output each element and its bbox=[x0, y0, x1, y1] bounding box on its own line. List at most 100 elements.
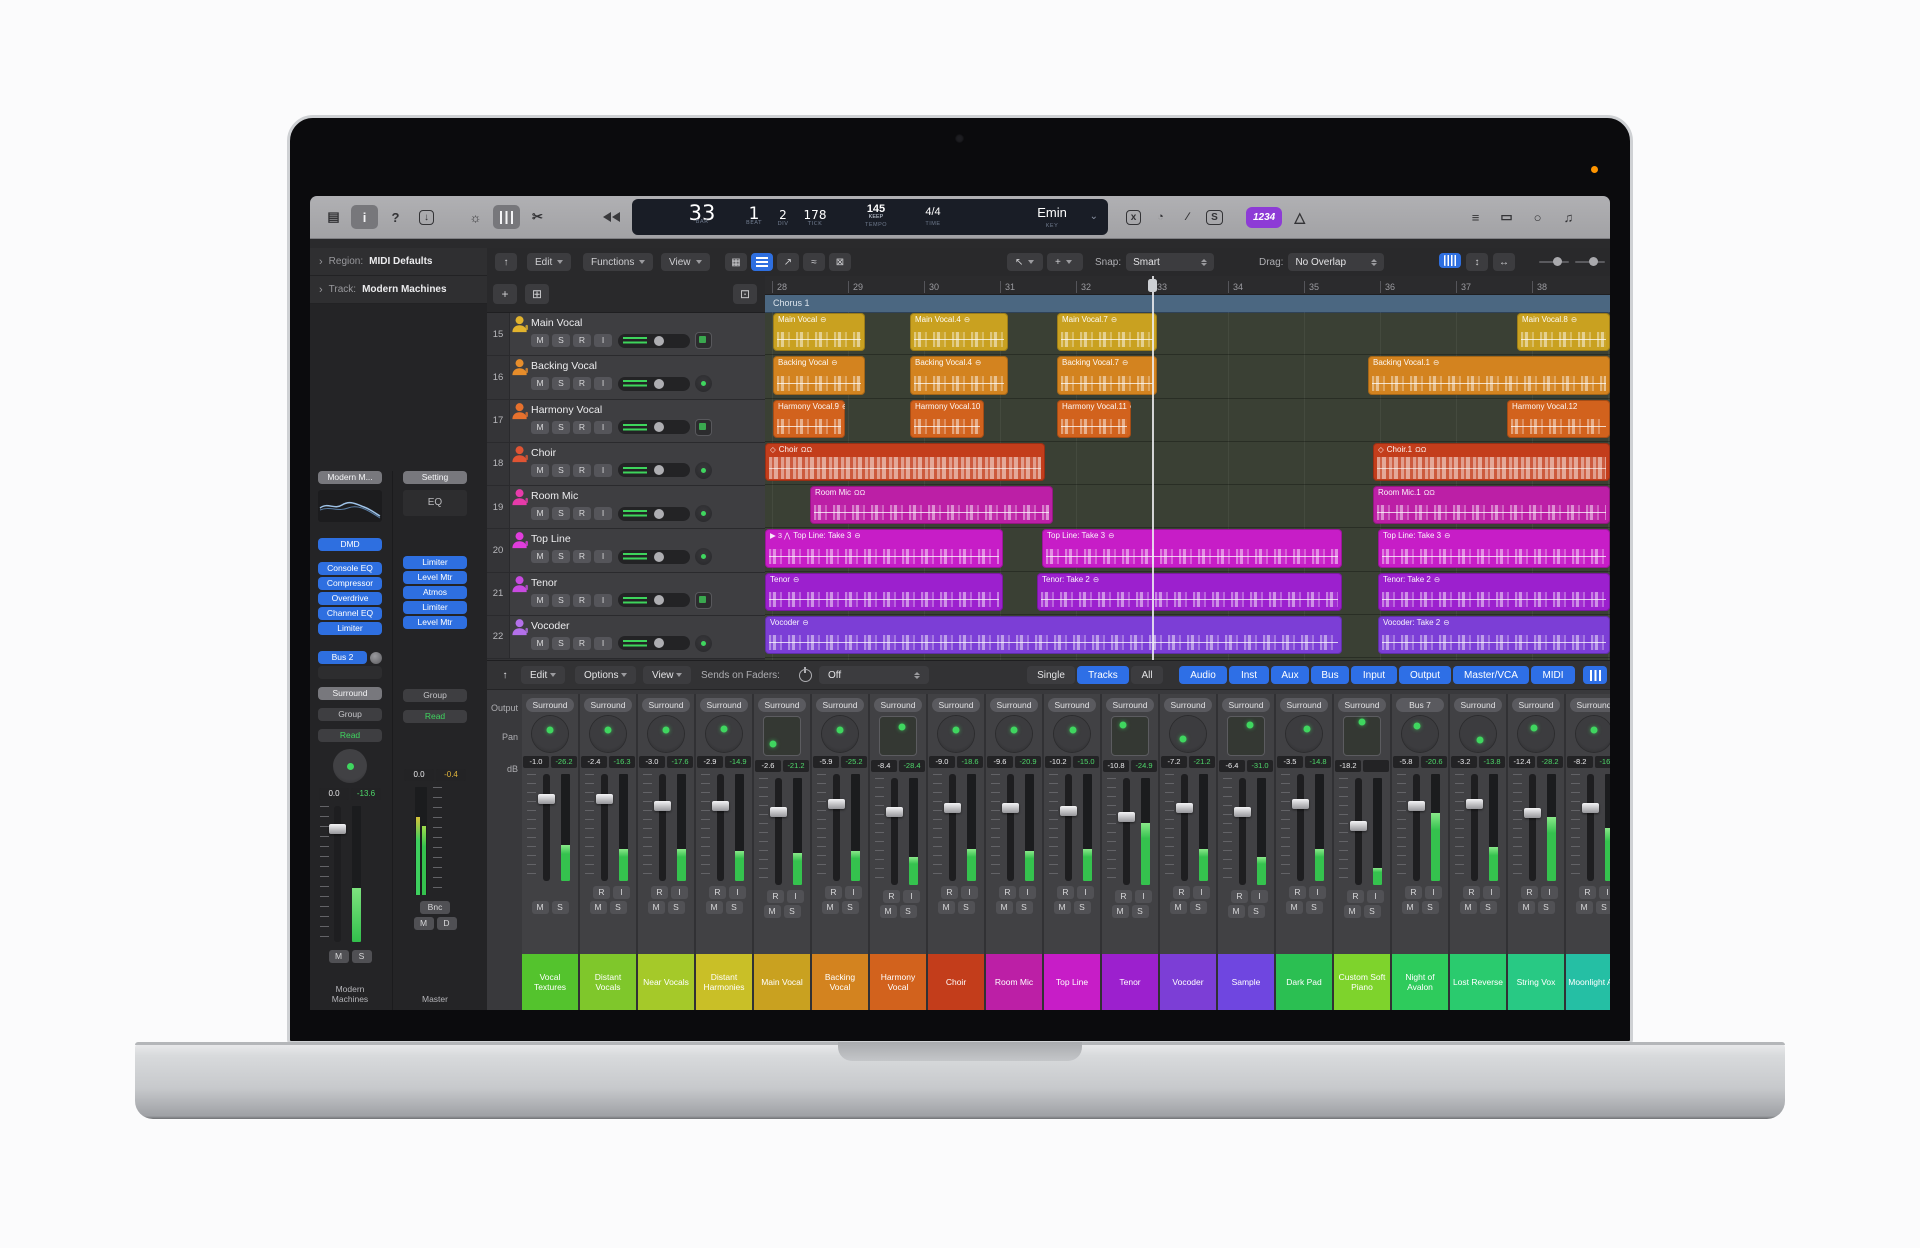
audio-region[interactable]: Harmony Vocal.12 bbox=[1507, 399, 1610, 438]
fader-db-value[interactable]: -2.6 bbox=[755, 760, 781, 772]
mixer-channel-strip[interactable]: Surround -18.2 R I M S Custom Soft Piano bbox=[1334, 694, 1392, 1010]
solo-button[interactable]: S bbox=[957, 901, 975, 914]
track-volume-meter[interactable] bbox=[618, 549, 690, 564]
channel-name-label[interactable]: Night of Avalon bbox=[1392, 954, 1448, 1010]
input-monitor-button[interactable]: I bbox=[1483, 886, 1500, 899]
mute-button[interactable]: M bbox=[413, 917, 434, 930]
track-name[interactable]: Top Line bbox=[531, 533, 765, 545]
fader-track[interactable] bbox=[1239, 778, 1246, 885]
record-enable-button[interactable]: R bbox=[767, 890, 784, 903]
solo-button[interactable]: S bbox=[667, 901, 685, 914]
peak-db-value[interactable]: -31.0 bbox=[1247, 760, 1273, 772]
track-state-button[interactable]: I bbox=[594, 420, 612, 434]
input-monitor-button[interactable]: I bbox=[1309, 886, 1326, 899]
track-state-button[interactable]: I bbox=[594, 593, 612, 607]
pan-control[interactable] bbox=[648, 716, 684, 752]
automation-mode-button[interactable]: Read bbox=[318, 729, 382, 742]
mixer-channel-strip[interactable]: Surround -8.2 -16.4 bbox=[1566, 694, 1610, 1010]
mute-button[interactable]: M bbox=[1227, 905, 1245, 918]
output-button[interactable]: Surround bbox=[1280, 698, 1328, 712]
track-header[interactable]: 21 Tenor M S R I bbox=[487, 572, 765, 616]
solo-button[interactable]: S bbox=[351, 950, 372, 963]
catch-icon[interactable]: ↑ bbox=[493, 666, 517, 684]
peak-db-value[interactable]: -21.2 bbox=[1189, 756, 1215, 768]
mixer-channel-strip[interactable]: Surround -3.5 -14.8 R I M S Dark Pad bbox=[1276, 694, 1334, 1010]
mixer-channel-strip[interactable]: Surround -9.0 -18.6 R I M S Choir bbox=[928, 694, 986, 1010]
record-enable-button[interactable]: R bbox=[1289, 886, 1306, 899]
output-button[interactable]: Surround bbox=[1106, 698, 1154, 712]
command-tool-menu[interactable]: + bbox=[1047, 253, 1083, 271]
mixer-filter-button[interactable]: Audio bbox=[1179, 666, 1227, 684]
fader-db-value[interactable]: -8.2 bbox=[1567, 756, 1593, 768]
smart-controls-icon[interactable]: ☼ bbox=[462, 205, 489, 229]
solo-button[interactable]: S bbox=[1363, 905, 1381, 918]
fader-cap[interactable] bbox=[944, 803, 961, 814]
duplicate-track-button[interactable]: ⊞ bbox=[525, 284, 549, 304]
disclosure-chevron-icon[interactable]: › bbox=[319, 284, 323, 296]
fader-track[interactable] bbox=[1587, 774, 1594, 881]
mute-button[interactable]: M bbox=[1285, 901, 1303, 914]
channel-name-label[interactable]: Backing Vocal bbox=[812, 954, 868, 1010]
channel-name-label[interactable]: Custom Soft Piano bbox=[1334, 954, 1390, 1010]
region-loop-icon[interactable]: ΩΩ bbox=[1424, 488, 1435, 497]
track-lane[interactable]: Main Vocal ⊖ Main Vocal.4 ⊖ Main Vocal.7… bbox=[765, 312, 1610, 356]
peak-db-value[interactable]: -13.8 bbox=[1479, 756, 1505, 768]
peak-db-value[interactable]: -16.3 bbox=[609, 756, 635, 768]
output-button[interactable]: Surround bbox=[1222, 698, 1270, 712]
power-icon[interactable] bbox=[799, 667, 812, 682]
import-icon[interactable]: ↓ bbox=[413, 205, 440, 229]
fader-track[interactable] bbox=[717, 774, 724, 881]
input-monitor-button[interactable]: I bbox=[1077, 886, 1094, 899]
input-monitor-button[interactable]: I bbox=[903, 890, 920, 903]
mixer-options-menu[interactable]: Options bbox=[575, 666, 637, 684]
sends-mode-dropdown[interactable]: Off bbox=[819, 666, 929, 684]
solo-button[interactable]: S bbox=[1305, 901, 1323, 914]
mute-button[interactable]: M bbox=[1517, 901, 1535, 914]
track-state-button[interactable]: I bbox=[594, 507, 612, 520]
record-enable-button[interactable]: R bbox=[883, 890, 900, 903]
inspector-icon[interactable]: i bbox=[351, 205, 378, 229]
solo-button[interactable]: S bbox=[1479, 901, 1497, 914]
pan-control[interactable] bbox=[706, 716, 742, 752]
mute-button[interactable]: M bbox=[821, 901, 839, 914]
track-input-monitor[interactable] bbox=[695, 418, 712, 436]
channel-name-label[interactable]: Distant Vocals bbox=[580, 954, 636, 1010]
track-state-button[interactable]: M bbox=[531, 636, 549, 650]
pencil-icon[interactable]: ∕ bbox=[1176, 205, 1199, 229]
mute-button[interactable]: M bbox=[1459, 901, 1477, 914]
track-header[interactable]: 18 Choir M S R I bbox=[487, 442, 765, 486]
track-volume-meter[interactable] bbox=[618, 593, 690, 607]
track-state-button[interactable]: R bbox=[573, 420, 591, 434]
track-state-button[interactable]: R bbox=[573, 593, 591, 607]
mute-button[interactable]: M bbox=[328, 950, 349, 963]
mute-button[interactable]: M bbox=[937, 901, 955, 914]
peak-db-value[interactable]: -28.2 bbox=[1537, 756, 1563, 768]
track-state-button[interactable]: S bbox=[552, 420, 570, 434]
mixer-channel-strip[interactable]: Surround -2.6 -21.2 R I M S Main Vocal bbox=[754, 694, 812, 1010]
mute-button[interactable]: M bbox=[647, 901, 665, 914]
track-volume-meter[interactable] bbox=[618, 506, 690, 521]
track-input-monitor[interactable] bbox=[695, 634, 712, 652]
fader-db-value[interactable]: -3.5 bbox=[1277, 756, 1303, 768]
plugin-slot[interactable]: Atmos bbox=[403, 586, 467, 599]
bar-ruler[interactable]: 28 29 30 31 32 33 34 35 36 37 38 bbox=[765, 276, 1610, 295]
audio-region[interactable]: Harmony Vocal.10 bbox=[910, 399, 984, 438]
peak-db-value[interactable]: -20.9 bbox=[1015, 756, 1041, 768]
output-button[interactable]: Surround bbox=[1048, 698, 1096, 712]
solo-button[interactable]: S bbox=[1421, 901, 1439, 914]
add-track-button[interactable]: + bbox=[493, 284, 517, 304]
peak-db-value[interactable]: -15.0 bbox=[1073, 756, 1099, 768]
channel-name-label[interactable]: Lost Reverse bbox=[1450, 954, 1506, 1010]
solo-button[interactable]: S bbox=[609, 901, 627, 914]
mixer-filter-button[interactable]: MIDI bbox=[1531, 666, 1575, 684]
mixer-view-button[interactable]: All bbox=[1131, 666, 1163, 684]
mixer-filter-button[interactable]: Aux bbox=[1271, 666, 1309, 684]
track-header-config-button[interactable]: ⊡ bbox=[733, 284, 757, 304]
region-loop-icon[interactable]: ⊖ bbox=[854, 531, 860, 540]
drag-dropdown[interactable]: No Overlap bbox=[1288, 253, 1385, 271]
pan-control[interactable] bbox=[1518, 716, 1554, 752]
region-loop-icon[interactable]: ΩΩ bbox=[854, 488, 865, 497]
region-loop-icon[interactable]: ⊖ bbox=[793, 575, 799, 584]
output-button[interactable]: Surround bbox=[700, 698, 748, 712]
mixer-channel-strip[interactable]: Surround -3.2 -13.8 R I M S Lost Reverse bbox=[1450, 694, 1508, 1010]
